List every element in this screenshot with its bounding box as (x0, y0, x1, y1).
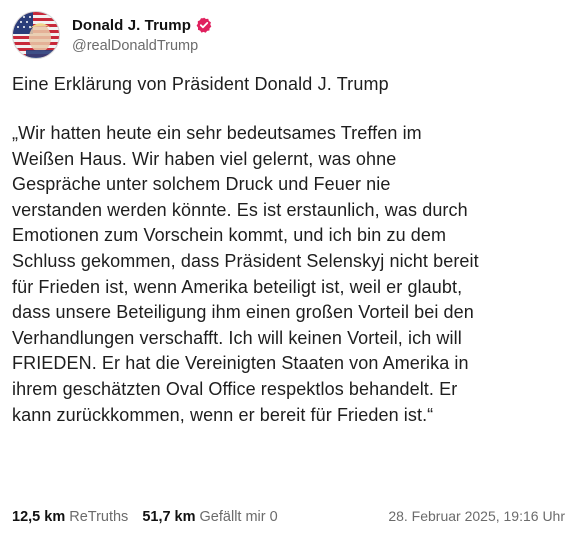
retruths-label: ReTruths (69, 509, 129, 525)
avatar[interactable] (12, 11, 60, 59)
post-header: Donald J. Trump @realDonaldTrump (12, 10, 212, 60)
post-body-line: FRIEDEN. Er hat die Vereinigten Staaten … (12, 353, 469, 374)
post-body: „Wir hatten heute ein sehr bedeutsames T… (12, 121, 567, 428)
post-title: Eine Erklärung von Präsident Donald J. T… (12, 74, 389, 94)
verified-badge-icon (196, 17, 212, 33)
post-body-line: „Wir hatten heute ein sehr bedeutsames T… (12, 123, 422, 143)
post-timestamp[interactable]: 28. Februar 2025, 19:16 Uhr (388, 508, 565, 524)
post-body-line: Emotionen zum Vorschein kommt, und ich b… (12, 225, 447, 246)
post-body-line: Weißen Haus. Wir haben viel gelernt, was… (12, 148, 397, 169)
truth-post: Donald J. Trump @realDonaldTrump Eine Er… (0, 0, 577, 537)
post-body-line: ihrem geschätzten Oval Office respektlos… (12, 378, 458, 399)
likes-count: 51,7 km (142, 509, 196, 525)
post-body-line: für Frieden ist, wenn Amerika beteiligt … (12, 276, 463, 297)
likes-stat[interactable]: 51,7 km Gefällt mir 0 (142, 509, 277, 525)
post-body-line: dass unsere Beteiligung ihm einen großen… (12, 302, 474, 323)
post-body-line: verstanden werden könnte. Es ist erstaun… (12, 199, 468, 220)
post-body-line: Schluss gekommen, dass Präsident Selensk… (12, 250, 479, 271)
post-body-line: Gespräche unter solchem Druck und Feuer … (12, 174, 391, 195)
post-body-line: Verhandlungen verschafft. Ich will keine… (12, 327, 462, 348)
retruths-count: 12,5 km (12, 509, 66, 525)
likes-label: Gefällt mir 0 (199, 509, 278, 525)
post-footer: 12,5 km ReTruths 51,7 km Gefällt mir 0 28.… (12, 508, 565, 525)
retruths-stat[interactable]: 12,5 km ReTruths (12, 509, 128, 525)
name-row: Donald J. Trump (72, 17, 212, 34)
display-name[interactable]: Donald J. Trump (72, 17, 191, 34)
post-body-line: kann zurückkommen, wenn er bereit für Fr… (12, 404, 434, 425)
author-info: Donald J. Trump @realDonaldTrump (72, 17, 212, 54)
author-handle[interactable]: @realDonaldTrump (72, 38, 212, 54)
avatar-image (13, 12, 59, 58)
